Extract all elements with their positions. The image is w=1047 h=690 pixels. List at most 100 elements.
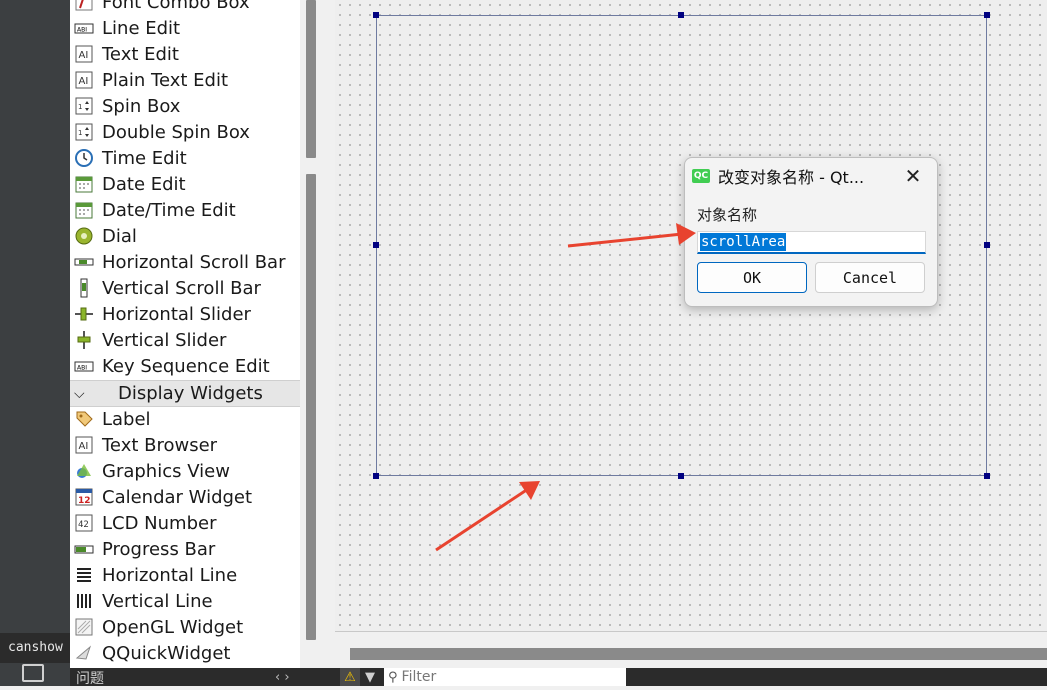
widget-item-label: Key Sequence Edit bbox=[102, 355, 270, 377]
nav-arrows-icon[interactable]: ‹ › bbox=[275, 668, 290, 688]
filter-input[interactable]: ⚲ Filter bbox=[384, 668, 626, 686]
widget-item-label: Font Combo Box bbox=[102, 0, 250, 13]
widget-item-label: Date Edit bbox=[102, 173, 186, 195]
line-edit-icon: ABI bbox=[74, 18, 94, 38]
widget-item[interactable]: AI Text Browser bbox=[74, 432, 300, 458]
search-icon: ⚲ bbox=[388, 669, 398, 685]
widget-item[interactable]: Graphics View bbox=[74, 458, 300, 484]
selection-handle[interactable] bbox=[984, 242, 990, 248]
widget-item[interactable]: ABI Line Edit bbox=[74, 15, 300, 41]
widget-item[interactable]: QQuickWidget bbox=[74, 640, 300, 666]
close-icon[interactable]: ✕ bbox=[903, 166, 923, 186]
widget-item-label: LCD Number bbox=[102, 512, 217, 534]
selection-handle[interactable] bbox=[678, 473, 684, 479]
svg-text:ABI: ABI bbox=[77, 27, 87, 34]
widget-item[interactable]: 1 Spin Box bbox=[74, 93, 300, 119]
hscrollbar-icon bbox=[74, 252, 94, 272]
widget-item[interactable]: Font Combo Box bbox=[74, 0, 300, 15]
widget-box-scrollbar[interactable] bbox=[300, 0, 322, 668]
graphics-view-icon bbox=[74, 461, 94, 481]
widget-item[interactable]: AI Plain Text Edit bbox=[74, 67, 300, 93]
widget-item[interactable]: Horizontal Line bbox=[74, 562, 300, 588]
dialog-titlebar[interactable]: QC 改变对象名称 - Qt... bbox=[685, 158, 937, 194]
warning-icon[interactable]: ⚠ bbox=[340, 668, 360, 686]
widget-item[interactable]: 12 Calendar Widget bbox=[74, 484, 300, 510]
horizontal-scrollbar[interactable] bbox=[350, 648, 1047, 660]
qt-logo-icon: QC bbox=[692, 169, 710, 183]
widget-item-label: QQuickWidget bbox=[102, 642, 231, 664]
filter-funnel-icon[interactable]: ▼ bbox=[365, 668, 375, 688]
widget-item-label: Progress Bar bbox=[102, 538, 216, 560]
datetime-icon bbox=[74, 200, 94, 220]
widget-item[interactable]: Dial bbox=[74, 223, 300, 249]
widget-item[interactable]: Vertical Scroll Bar bbox=[74, 275, 300, 301]
widget-item[interactable]: Date Edit bbox=[74, 171, 300, 197]
selection-handle[interactable] bbox=[984, 12, 990, 18]
calendar-widget-icon: 12 bbox=[74, 487, 94, 507]
widget-item[interactable]: Horizontal Slider bbox=[74, 301, 300, 327]
selection-handle[interactable] bbox=[373, 242, 379, 248]
widget-item-label: Text Browser bbox=[102, 434, 218, 456]
lcd-number-icon: 42 bbox=[74, 513, 94, 533]
widget-item[interactable]: 1 Double Spin Box bbox=[74, 119, 300, 145]
project-label[interactable]: canshow bbox=[0, 633, 70, 663]
widget-item[interactable]: AI Text Edit bbox=[74, 41, 300, 67]
vscrollbar-icon bbox=[74, 278, 94, 298]
divider bbox=[335, 631, 1047, 632]
widget-item-label: Text Edit bbox=[102, 43, 179, 65]
filter-placeholder: Filter bbox=[401, 669, 437, 685]
widget-item-label: Time Edit bbox=[102, 147, 187, 169]
selection-handle[interactable] bbox=[678, 12, 684, 18]
cancel-button[interactable]: Cancel bbox=[815, 262, 925, 293]
scrollbar-thumb[interactable] bbox=[306, 0, 316, 158]
widget-item-label: Graphics View bbox=[102, 460, 230, 482]
object-name-input[interactable]: scrollArea bbox=[697, 231, 926, 254]
category-label: Display Widgets bbox=[118, 383, 263, 404]
widget-item-label: Line Edit bbox=[102, 17, 181, 39]
widget-item[interactable]: OpenGL Widget bbox=[74, 614, 300, 640]
progress-bar-icon bbox=[74, 539, 94, 559]
qquickwidget-icon bbox=[74, 643, 94, 663]
widget-item[interactable]: Date/Time Edit bbox=[74, 197, 300, 223]
svg-text:1: 1 bbox=[78, 129, 82, 137]
ok-button[interactable]: OK bbox=[697, 262, 807, 293]
spin-box-icon: 1 bbox=[74, 96, 94, 116]
chevron-down-icon: ⌵ bbox=[74, 385, 85, 402]
widget-item-label: Horizontal Scroll Bar bbox=[102, 251, 286, 273]
issues-bar: 问题 ‹ › ⚠ ▼ ⚲ Filter bbox=[70, 668, 1047, 688]
monitor-icon[interactable] bbox=[22, 664, 44, 682]
key-sequence-icon: ABI bbox=[74, 356, 94, 376]
font-combo-icon bbox=[74, 0, 94, 12]
widget-item[interactable]: Horizontal Scroll Bar bbox=[74, 249, 300, 275]
widget-item[interactable]: ABI Key Sequence Edit bbox=[74, 353, 300, 379]
selection-handle[interactable] bbox=[373, 12, 379, 18]
selection-handle[interactable] bbox=[984, 473, 990, 479]
horizontal-line-icon bbox=[74, 565, 94, 585]
widget-item-label: Spin Box bbox=[102, 95, 181, 117]
object-name-label: 对象名称 bbox=[697, 206, 758, 224]
label-tag-icon bbox=[74, 409, 94, 429]
text-browser-icon: AI bbox=[74, 435, 94, 455]
object-name-value: scrollArea bbox=[700, 233, 787, 251]
widget-item[interactable]: 42 LCD Number bbox=[74, 510, 300, 536]
widget-item[interactable]: Progress Bar bbox=[74, 536, 300, 562]
widget-item[interactable]: Time Edit bbox=[74, 145, 300, 171]
hslider-icon bbox=[74, 304, 94, 324]
widget-item[interactable]: Vertical Line bbox=[74, 588, 300, 614]
widget-box: ⌵ Display Widgets Font Combo Box ABI Line … bbox=[70, 0, 300, 668]
calendar-icon bbox=[74, 174, 94, 194]
selection-handle[interactable] bbox=[373, 473, 379, 479]
widget-item-label: Calendar Widget bbox=[102, 486, 253, 508]
widget-item-label: Label bbox=[102, 408, 151, 430]
category-display-widgets[interactable]: ⌵ Display Widgets bbox=[70, 380, 300, 407]
scrollbar-thumb[interactable] bbox=[306, 174, 316, 640]
clock-icon bbox=[74, 148, 94, 168]
vslider-icon bbox=[74, 330, 94, 350]
widget-item[interactable]: Vertical Slider bbox=[74, 327, 300, 353]
widget-item-label: Horizontal Line bbox=[102, 564, 238, 586]
svg-text:AI: AI bbox=[79, 50, 89, 61]
widget-item[interactable]: Label bbox=[74, 406, 300, 432]
issues-label[interactable]: 问题 bbox=[76, 668, 104, 690]
widget-item-label: Date/Time Edit bbox=[102, 199, 236, 221]
widget-item-label: Plain Text Edit bbox=[102, 69, 228, 91]
